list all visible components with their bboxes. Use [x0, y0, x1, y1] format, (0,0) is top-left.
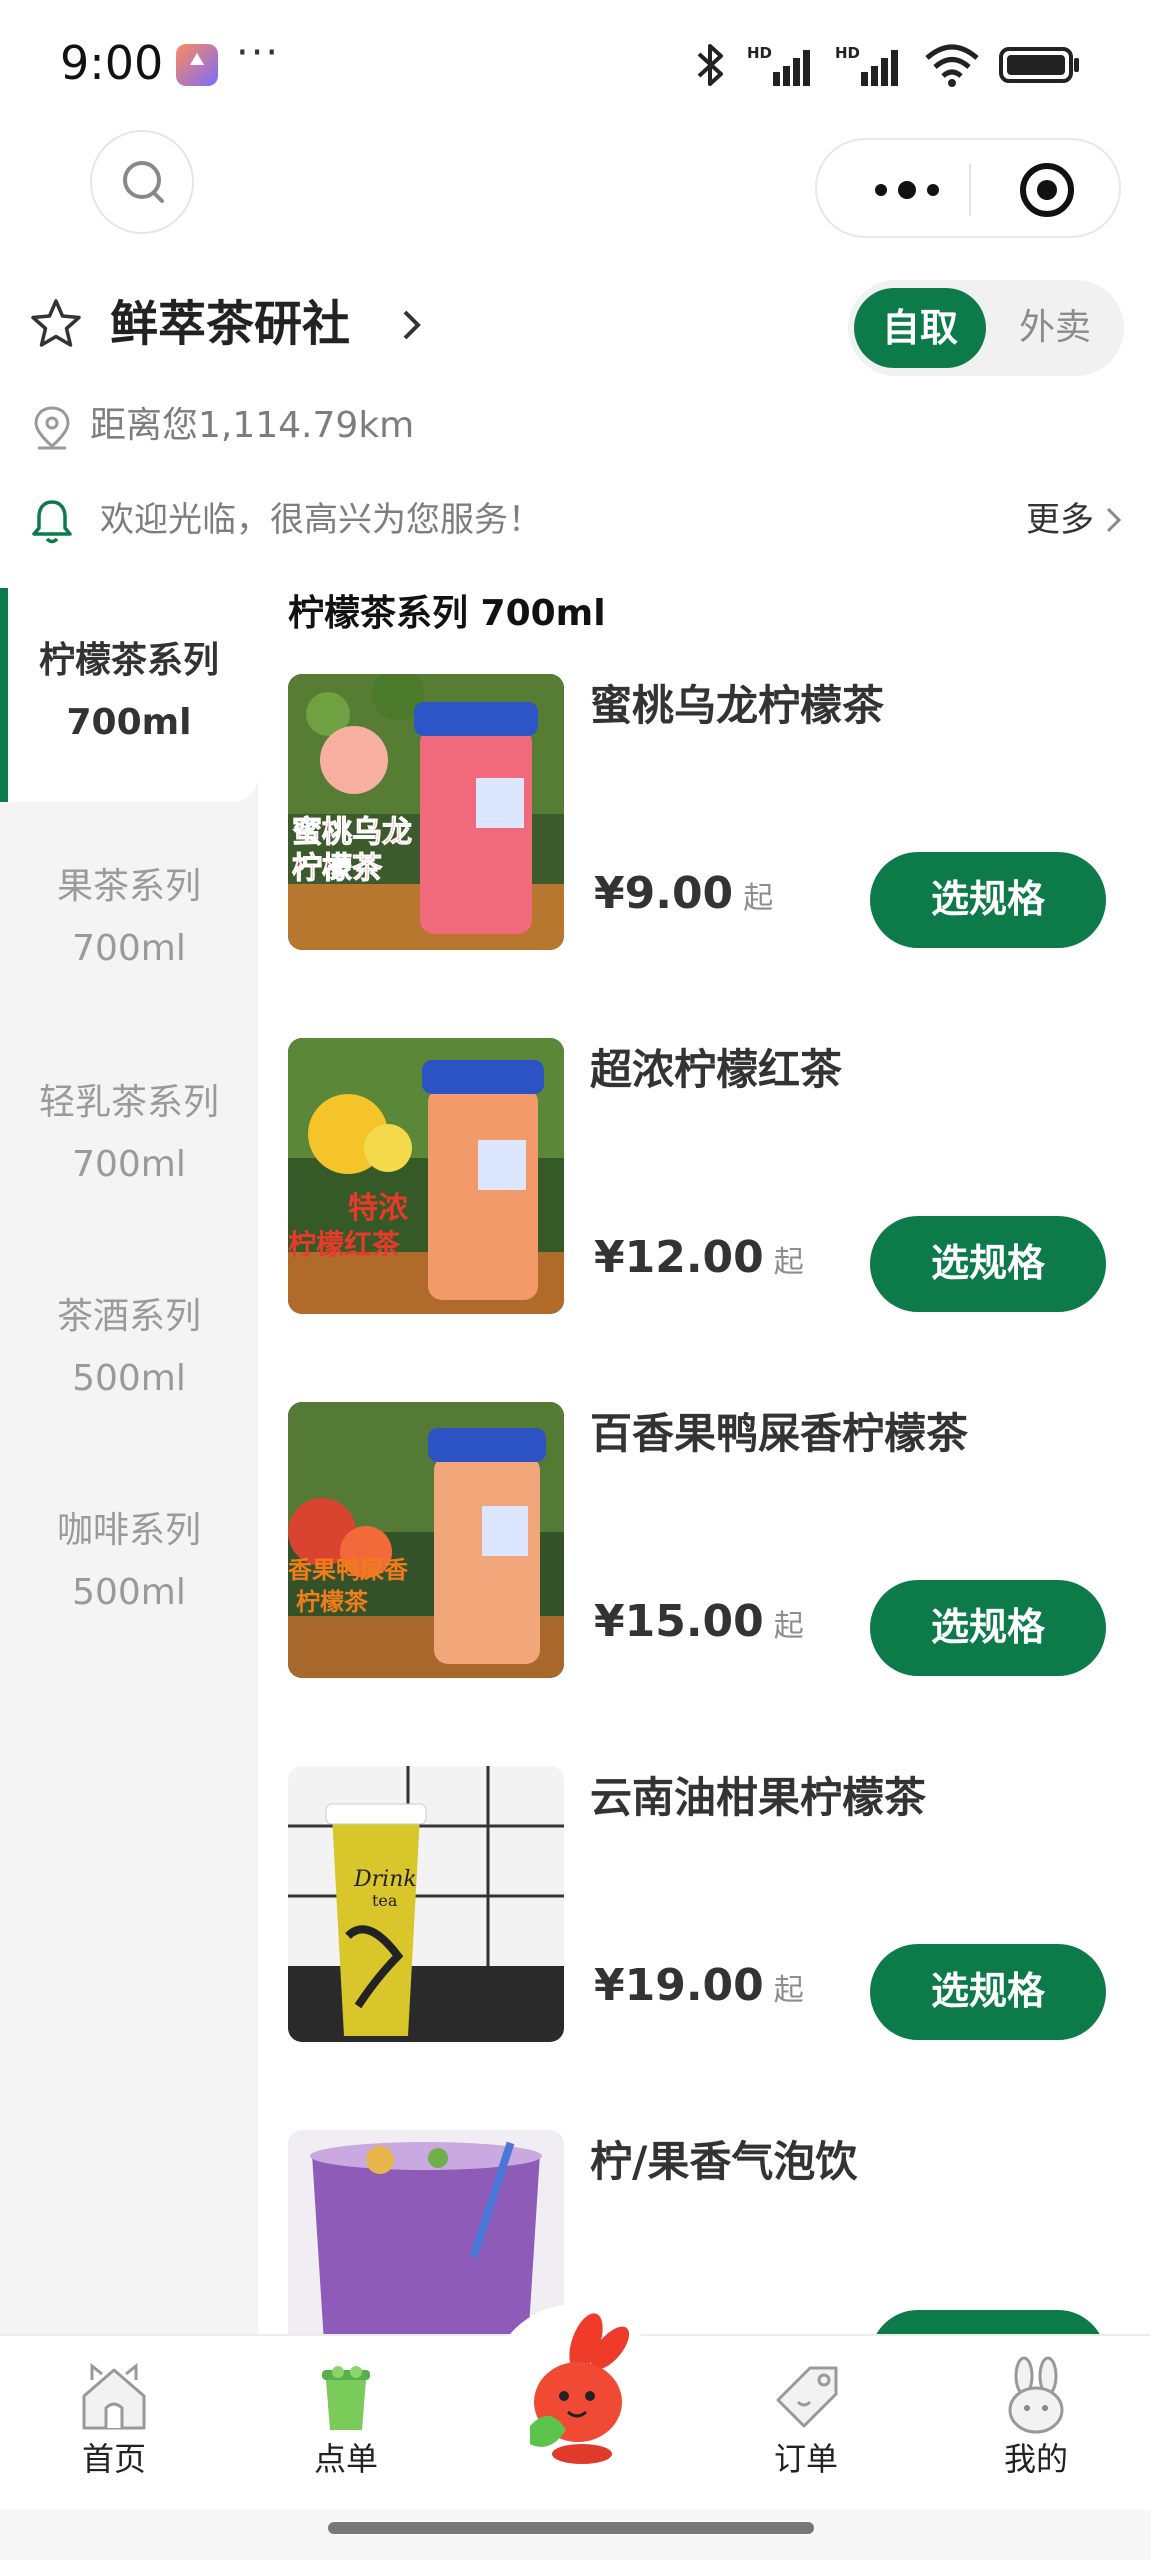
product-image: Drink tea — [288, 1766, 564, 2042]
close-target-icon[interactable] — [1017, 160, 1077, 220]
bell-icon — [32, 500, 72, 544]
product-price: ¥12.00 起 — [594, 1232, 804, 1283]
category-name: 果茶系列 — [56, 866, 201, 907]
select-spec-button-partial[interactable] — [870, 2310, 1106, 2334]
svg-text:HD: HD — [835, 44, 860, 62]
order-mode-toggle: 自取 外卖 — [848, 280, 1124, 376]
mode-pickup-option[interactable]: 自取 — [854, 288, 986, 368]
notice-bar: 欢迎光临，很高兴为您服务！ 更多 — [28, 490, 1124, 550]
system-gesture-area — [0, 2510, 1151, 2560]
product-name: 柠/果香气泡饮 — [590, 2137, 858, 2186]
select-spec-button[interactable]: 选规格 — [870, 1944, 1106, 2040]
center-mascot-button[interactable] — [490, 2304, 660, 2474]
tab-orders-label: 订单 — [773, 2440, 838, 2478]
product-image: 特浓 柠檬红茶 — [288, 1038, 564, 1314]
product-card[interactable]: 特浓 柠檬红茶 超浓柠檬红茶 ¥12.00 起 选规格 — [288, 1038, 1118, 1314]
product-price: ¥15.00 起 — [594, 1596, 804, 1647]
svg-text:柠檬红茶: 柠檬红茶 — [288, 1228, 401, 1261]
notice-text: 欢迎光临，很高兴为您服务！ — [100, 500, 542, 540]
chevron-right-icon — [1106, 507, 1122, 533]
category-size: 700ml — [66, 702, 192, 743]
product-image: 香果鸭屎香 柠檬茶 — [288, 1402, 564, 1678]
category-name: 茶酒系列 — [56, 1296, 201, 1337]
search-icon — [123, 161, 164, 203]
tab-order-menu[interactable]: 点单 — [276, 2356, 416, 2496]
product-price: ¥9.00 起 — [594, 868, 774, 919]
category-name: 轻乳茶系列 — [38, 1082, 219, 1123]
product-card[interactable]: 柠/果香气泡饮 — [288, 2130, 1118, 2334]
more-dots-icon[interactable] — [857, 172, 957, 208]
select-spec-button[interactable]: 选规格 — [870, 1216, 1106, 1312]
status-more-indicator: ··· — [236, 30, 281, 76]
bunny-icon — [1008, 2356, 1064, 2434]
app-notification-icon — [176, 44, 218, 86]
tab-home-label: 首页 — [81, 2440, 146, 2478]
home-icon — [82, 2362, 146, 2430]
category-item-fruit-tea[interactable]: 果茶系列 700ml — [0, 856, 258, 980]
tab-orders[interactable]: 订单 — [736, 2356, 876, 2496]
section-title: 柠檬茶系列 700ml — [288, 593, 606, 634]
product-price: ¥19.00 起 — [594, 1960, 804, 2011]
cup-icon — [322, 2366, 370, 2430]
category-sidebar: 柠檬茶系列 700ml 果茶系列 700ml 轻乳茶系列 700ml 茶酒系列 … — [0, 588, 258, 2334]
mode-delivery-option[interactable]: 外卖 — [1000, 288, 1110, 368]
product-card[interactable]: 香果鸭屎香 柠檬茶 百香果鸭屎香柠檬茶 ¥15.00 起 选规格 — [288, 1402, 1118, 1678]
svg-text:Drink: Drink — [353, 1867, 417, 1892]
select-spec-button[interactable]: 选规格 — [870, 852, 1106, 948]
tab-profile-label: 我的 — [1003, 2440, 1068, 2478]
svg-text:tea: tea — [372, 1891, 398, 1910]
svg-text:香果鸭屎香: 香果鸭屎香 — [288, 1556, 409, 1584]
location-pin-icon — [34, 406, 70, 450]
tab-home[interactable]: 首页 — [44, 2356, 184, 2496]
wifi-icon — [925, 44, 979, 87]
product-card[interactable]: 蜜桃乌龙 柠檬茶 蜜桃乌龙柠檬茶 ¥9.00 起 选规格 — [288, 674, 1118, 950]
product-name: 云南油柑果柠檬茶 — [590, 1773, 927, 1822]
tag-icon — [776, 2366, 838, 2428]
product-name: 百香果鸭屎香柠檬茶 — [590, 1409, 969, 1458]
svg-text:特浓: 特浓 — [348, 1191, 409, 1226]
category-size: 500ml — [72, 1572, 186, 1613]
svg-text:HD: HD — [747, 44, 772, 62]
notice-more-label: 更多 — [1026, 500, 1094, 540]
status-bar: 9:00 ··· HD HD — [0, 0, 1151, 130]
svg-text:柠檬茶: 柠檬茶 — [292, 851, 383, 886]
store-distance: 距离您1,114.79km — [90, 405, 415, 446]
notice-more-link[interactable]: 更多 — [1026, 490, 1124, 550]
category-size: 700ml — [72, 928, 186, 969]
svg-text:柠檬茶: 柠檬茶 — [296, 1588, 369, 1616]
status-time: 9:00 — [60, 36, 164, 90]
category-item-coffee[interactable]: 咖啡系列 500ml — [0, 1500, 258, 1624]
category-item-tea-wine[interactable]: 茶酒系列 500ml — [0, 1286, 258, 1410]
capsule-divider — [969, 164, 971, 216]
svg-text:蜜桃乌龙: 蜜桃乌龙 — [292, 815, 412, 850]
chevron-right-icon[interactable] — [400, 308, 424, 342]
bluetooth-icon — [697, 44, 723, 86]
category-name: 柠檬茶系列 — [38, 640, 219, 681]
category-item-light-milk-tea[interactable]: 轻乳茶系列 700ml — [0, 1072, 258, 1196]
category-item-lemon-tea[interactable]: 柠檬茶系列 700ml — [0, 588, 258, 802]
home-indicator[interactable] — [328, 2522, 814, 2534]
search-button[interactable] — [90, 130, 194, 234]
store-name[interactable]: 鲜萃茶研社 — [110, 288, 350, 360]
product-name: 超浓柠檬红茶 — [590, 1045, 843, 1094]
tab-profile[interactable]: 我的 — [966, 2356, 1106, 2496]
category-size: 500ml — [72, 1358, 186, 1399]
product-name: 蜜桃乌龙柠檬茶 — [590, 681, 885, 730]
select-spec-button[interactable]: 选规格 — [870, 1580, 1106, 1676]
mascot-icon — [530, 2313, 630, 2464]
product-image: 蜜桃乌龙 柠檬茶 — [288, 674, 564, 950]
star-icon[interactable] — [28, 296, 84, 352]
category-size: 700ml — [72, 1144, 186, 1185]
category-name: 咖啡系列 — [56, 1510, 201, 1551]
battery-icon — [999, 47, 1079, 83]
hd-signal-icon: HD — [835, 44, 898, 86]
tab-order-menu-label: 点单 — [313, 2440, 378, 2478]
hd-signal-icon: HD — [747, 44, 810, 86]
product-card[interactable]: Drink tea 云南油柑果柠檬茶 ¥19.00 起 选规格 — [288, 1766, 1118, 2042]
mini-program-capsule — [815, 138, 1121, 238]
